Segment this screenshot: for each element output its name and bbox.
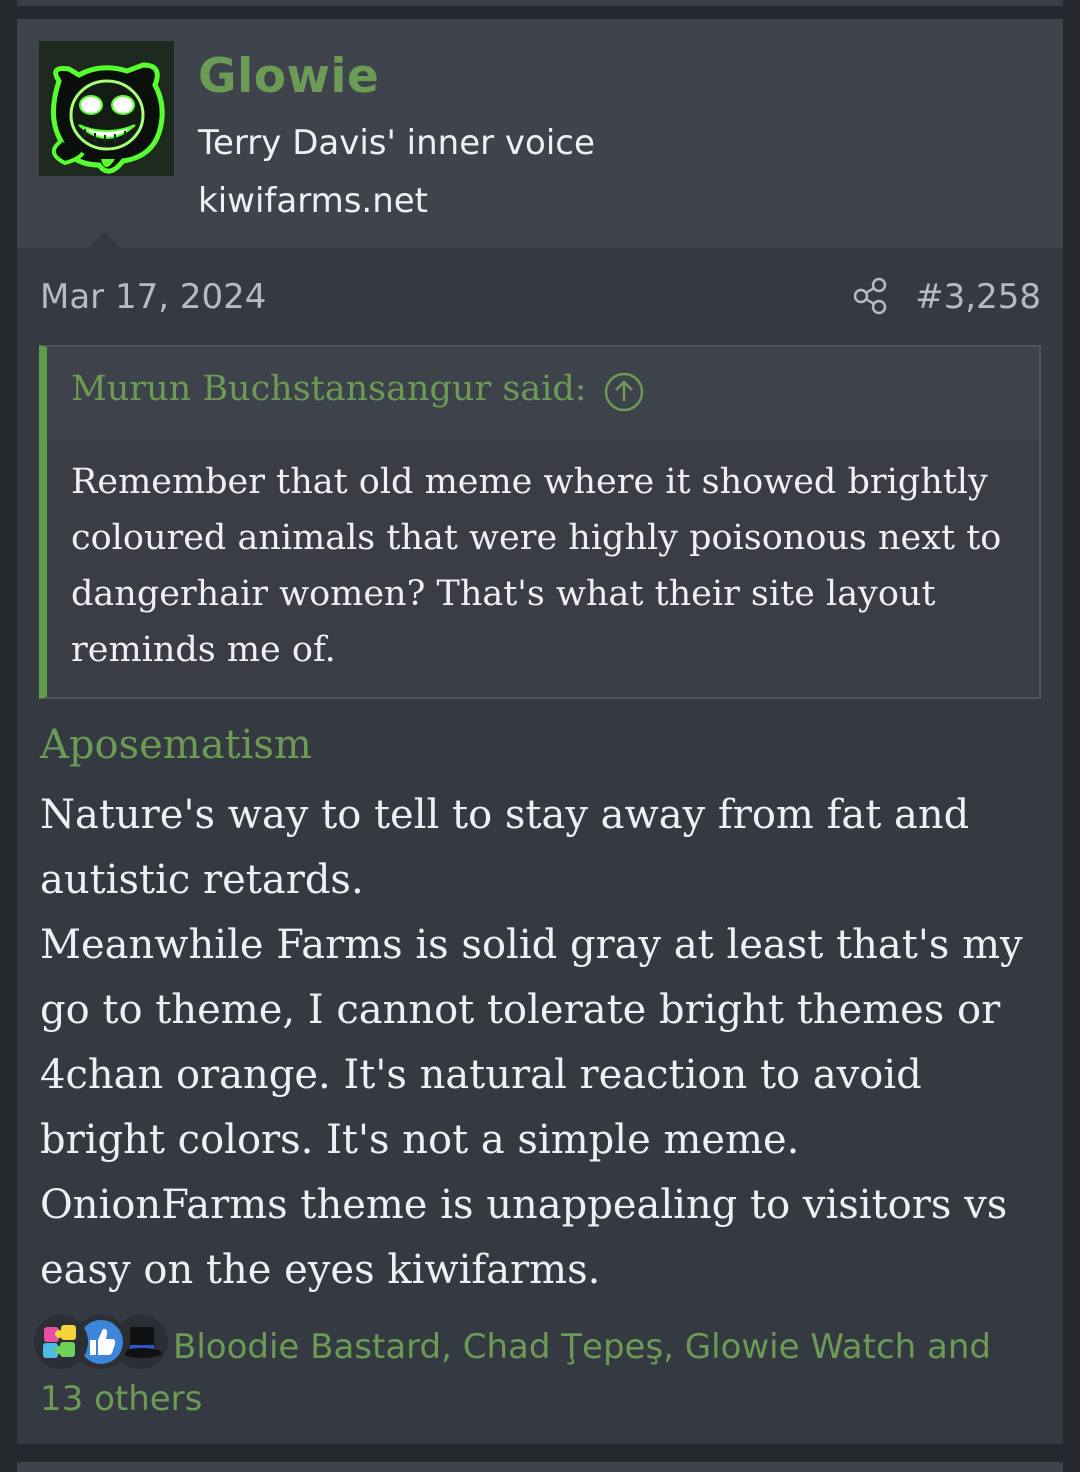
quote-header: Murun Buchstansangur said: [47,347,1039,440]
share-nodes-icon [853,277,887,315]
user-title: Terry Davis' inner voice [198,123,595,163]
forum-post: Glowie Terry Davis' inner voice kiwifarm… [17,19,1063,1444]
reaction-icons[interactable] [34,1315,170,1369]
share-icon[interactable] [853,277,889,315]
post-heading: Aposematism [40,722,312,768]
user-site-banner: kiwifarms.net [198,181,429,221]
user-info-block: Glowie Terry Davis' inner voice kiwifarm… [17,19,1063,248]
go-to-quoted-post-button[interactable] [603,371,645,413]
quote-block: Murun Buchstansangur said: Remember that… [39,345,1041,699]
previous-post-edge [17,0,1063,6]
post-date-link[interactable]: Mar 17, 2024 [40,277,266,317]
puzzle-icon [34,1315,88,1369]
user-avatar[interactable] [39,41,174,176]
user-block-pointer [89,232,121,248]
reaction-summary-link[interactable]: Bloodie Bastard, Chad Ţepeş, Glowie Watc… [40,1321,1040,1425]
username-link[interactable]: Glowie [198,49,379,104]
next-post-edge [17,1462,1063,1472]
quote-author-link[interactable]: Murun Buchstansangur said: [71,369,587,409]
post-number-link[interactable]: #3,258 [915,277,1041,317]
arrow-up-circle-icon [604,372,644,412]
glowing-face-avatar-icon [39,41,174,176]
quote-content: Remember that old meme where it showed b… [47,440,1039,697]
quote-text: Remember that old meme where it showed b… [71,462,1002,670]
post-body: Nature's way to tell to stay away from f… [40,792,1023,1293]
